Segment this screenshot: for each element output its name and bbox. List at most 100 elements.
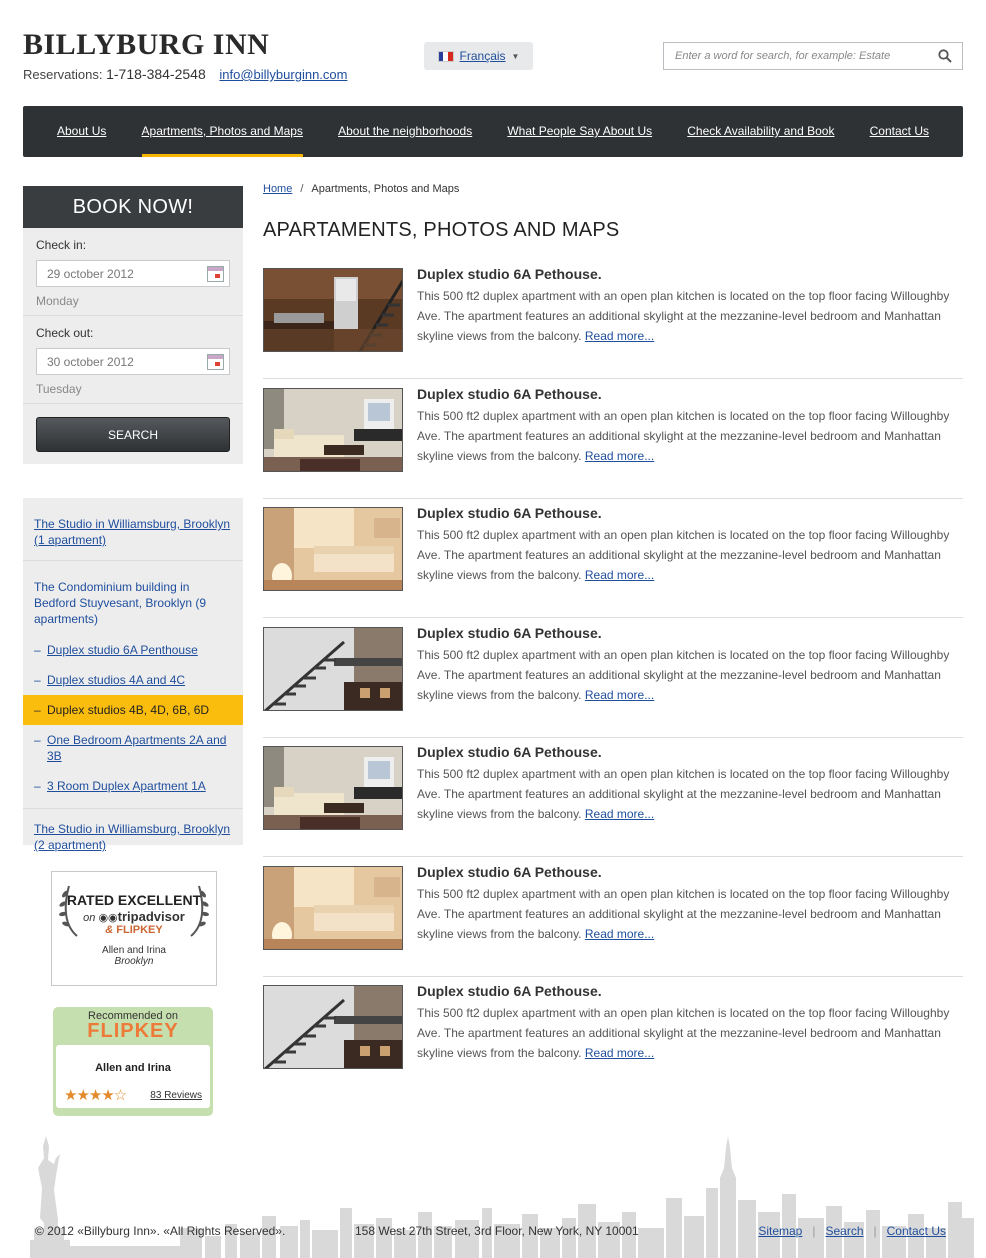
footer-separator: | — [873, 1224, 877, 1238]
listing-item: Duplex studio 6A Pethouse. This 500 ft2 d… — [263, 983, 963, 1096]
booking-widget: BOOK NOW! Check in: 29 october 2012 Mond… — [23, 186, 243, 464]
laurel-left-icon — [59, 885, 78, 937]
listing-photo[interactable] — [263, 746, 403, 830]
sidebar-subitem[interactable]: 3 Room Duplex Apartment 1A — [23, 771, 243, 801]
listing-description: This 500 ft2 duplex apartment with an op… — [417, 525, 962, 585]
footer-address: 158 West 27th Street, 3rd Floor, New Yor… — [355, 1224, 639, 1238]
listing-title[interactable]: Duplex studio 6A Pethouse. — [417, 983, 602, 999]
breadcrumb-separator: / — [300, 183, 304, 195]
checkin-label: Check in: — [36, 238, 87, 252]
listing-text: This 500 ft2 duplex apartment with an op… — [417, 887, 950, 941]
listing-title[interactable]: Duplex studio 6A Pethouse. — [417, 386, 602, 402]
listing-description: This 500 ft2 duplex apartment with an op… — [417, 645, 962, 705]
listing-title[interactable]: Duplex studio 6A Pethouse. — [417, 505, 602, 521]
read-more-link[interactable]: Read more... — [585, 688, 654, 702]
listing-photo[interactable] — [263, 388, 403, 472]
listing-item: Duplex studio 6A Pethouse. This 500 ft2 d… — [263, 744, 963, 857]
tripadvisor-brand: tripadvisor — [117, 909, 185, 924]
listing-description: This 500 ft2 duplex apartment with an op… — [417, 884, 962, 944]
sidebar-sublink[interactable]: Duplex studios 4B, 4D, 6B, 6D — [47, 703, 209, 717]
footer-contact-link[interactable]: Contact Us — [887, 1224, 946, 1238]
checkout-section: Check out: 30 october 2012 Tuesday — [23, 316, 243, 404]
sidebar-sublink[interactable]: Duplex studios 4A and 4C — [47, 673, 185, 687]
sidebar-divider — [23, 801, 243, 809]
city-skyline-illustration — [30, 1136, 974, 1258]
reviewer-location: Brooklyn — [114, 956, 154, 967]
read-more-link[interactable]: Read more... — [585, 329, 654, 343]
checkin-day: Monday — [36, 294, 79, 308]
sidebar-sublink[interactable]: Duplex studio 6A Penthouse — [47, 643, 198, 657]
nav-availability[interactable]: Check Availability and Book — [687, 106, 834, 157]
footer-search-link[interactable]: Search — [825, 1224, 863, 1238]
listing-title[interactable]: Duplex studio 6A Pethouse. — [417, 744, 602, 760]
email-link[interactable]: info@billyburginn.com — [219, 67, 347, 82]
listing-title[interactable]: Duplex studio 6A Pethouse. — [417, 625, 602, 641]
flipkey-reviewer: Allen and Irina — [95, 1062, 171, 1074]
sidebar-subitem[interactable]: Duplex studios 4A and 4C — [23, 665, 243, 695]
apartments-side-menu: The Studio in Williamsburg, Brooklyn (1 … — [23, 498, 243, 852]
read-more-link[interactable]: Read more... — [585, 807, 654, 821]
listing-item: Duplex studio 6A Pethouse. This 500 ft2 d… — [263, 505, 963, 618]
nav-apartments[interactable]: Apartments, Photos and Maps — [141, 106, 304, 157]
language-selector[interactable]: Français ▼ — [424, 42, 533, 70]
site-logo[interactable]: BILLYBURG INN — [23, 28, 269, 62]
footer-sitemap-link[interactable]: Sitemap — [758, 1224, 802, 1238]
tripadvisor-badge[interactable]: RATED EXCELLENT on ◉◉tripadvisor & FLIPK… — [51, 871, 217, 986]
language-label[interactable]: Français — [460, 49, 506, 63]
checkout-label: Check out: — [36, 326, 94, 340]
booking-search-button[interactable]: SEARCH — [36, 417, 230, 452]
checkout-date-value: 30 october 2012 — [47, 354, 134, 369]
footer-links: Sitemap | Search | Contact Us — [758, 1224, 946, 1238]
sidebar-link-studio-2[interactable]: The Studio in Williamsburg, Brooklyn (2 … — [34, 822, 230, 852]
listing-text: This 500 ft2 duplex apartment with an op… — [417, 528, 950, 582]
listing-item: Duplex studio 6A Pethouse. This 500 ft2 d… — [263, 864, 963, 977]
site-search — [663, 42, 963, 70]
sidebar-sublink[interactable]: 3 Room Duplex Apartment 1A — [47, 779, 206, 793]
calendar-icon[interactable] — [207, 354, 224, 370]
reviews-link[interactable]: 83 Reviews — [150, 1090, 202, 1101]
sidebar-subitem-active[interactable]: Duplex studios 4B, 4D, 6B, 6D — [23, 695, 243, 725]
listing-photo[interactable] — [263, 866, 403, 950]
listing-text: This 500 ft2 duplex apartment with an op… — [417, 409, 950, 463]
sidebar-subitem[interactable]: Duplex studio 6A Penthouse — [23, 635, 243, 665]
nav-neighborhoods[interactable]: About the neighborhoods — [338, 106, 472, 157]
search-icon[interactable] — [938, 49, 952, 63]
listing-title[interactable]: Duplex studio 6A Pethouse. — [417, 864, 602, 880]
nav-contact[interactable]: Contact Us — [870, 106, 929, 157]
listing-title[interactable]: Duplex studio 6A Pethouse. — [417, 266, 602, 282]
checkout-day: Tuesday — [36, 382, 82, 396]
nav-about-us[interactable]: About Us — [57, 106, 106, 157]
listing-photo[interactable] — [263, 985, 403, 1069]
amp-text: & — [105, 924, 114, 936]
sidebar-subitem[interactable]: One Bedroom Apartments 2A and 3B — [23, 725, 243, 771]
listing-photo[interactable] — [263, 627, 403, 711]
flipkey-inner: Allen and Irina ★★★★☆ 83 Reviews — [56, 1045, 210, 1108]
nav-testimonials[interactable]: What People Say About Us — [507, 106, 652, 157]
calendar-icon[interactable] — [207, 266, 224, 282]
checkout-date-field[interactable]: 30 october 2012 — [36, 348, 230, 375]
reviewer-names: Allen and Irina — [102, 945, 166, 956]
breadcrumb-home[interactable]: Home — [263, 183, 292, 195]
read-more-link[interactable]: Read more... — [585, 568, 654, 582]
flipkey-badge[interactable]: Recommended on FLIPKEY Allen and Irina ★… — [53, 1007, 213, 1116]
sidebar-sublink[interactable]: One Bedroom Apartments 2A and 3B — [47, 733, 226, 763]
flipkey-text: FLIPKEY — [116, 924, 163, 936]
star-rating-icon: ★★★★☆ — [64, 1087, 127, 1104]
main-nav: About Us Apartments, Photos and Maps Abo… — [23, 106, 963, 157]
on-text: on — [83, 912, 96, 924]
footer-separator: | — [812, 1224, 816, 1238]
read-more-link[interactable]: Read more... — [585, 927, 654, 941]
caret-down-icon: ▼ — [511, 51, 520, 61]
sidebar-item-studio-2: The Studio in Williamsburg, Brooklyn (2 … — [23, 809, 243, 865]
read-more-link[interactable]: Read more... — [585, 449, 654, 463]
phone-number: 1-718-384-2548 — [106, 66, 206, 82]
breadcrumb: Home / Apartments, Photos and Maps — [263, 183, 459, 195]
checkin-date-field[interactable]: 29 october 2012 — [36, 260, 230, 287]
listing-photo[interactable] — [263, 268, 403, 352]
listing-photo[interactable] — [263, 507, 403, 591]
flipkey-logo: FLIPKEY — [87, 1020, 179, 1042]
read-more-link[interactable]: Read more... — [585, 1046, 654, 1060]
sidebar-item-condominium[interactable]: The Condominium building in Bedford Stuy… — [23, 561, 243, 635]
sidebar-link-studio-1[interactable]: The Studio in Williamsburg, Brooklyn (1 … — [34, 517, 230, 547]
search-input[interactable] — [675, 50, 925, 62]
